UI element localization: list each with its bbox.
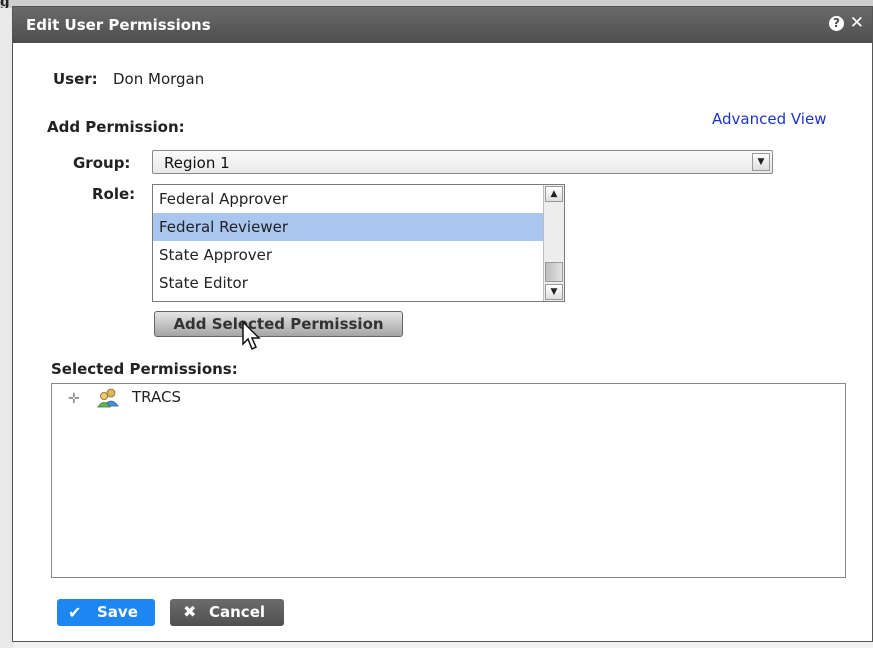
add-permission-heading: Add Permission: (47, 118, 185, 136)
role-listbox[interactable]: Federal Approver Federal Reviewer State … (152, 184, 565, 302)
role-option-selected[interactable]: Federal Reviewer (153, 213, 543, 241)
selected-permissions-heading: Selected Permissions: (51, 360, 238, 378)
cancel-button[interactable]: ✖ Cancel (170, 599, 284, 626)
role-label: Role: (92, 185, 136, 203)
checkmark-icon: ✔ (68, 603, 82, 622)
group-select-value: Region 1 (164, 154, 230, 172)
save-label: Save (97, 603, 138, 621)
selected-permissions-tree: ✛ TRACS (51, 383, 846, 578)
add-selected-permission-button[interactable]: Add Selected Permission (154, 311, 403, 337)
group-select[interactable]: Region 1 ▼ (152, 150, 773, 174)
dialog-title-bar[interactable]: Edit User Permissions ? ✕ (13, 7, 872, 43)
role-option[interactable]: State Approver (153, 241, 543, 269)
user-group-icon (97, 388, 119, 408)
close-icon[interactable]: ✕ (850, 13, 864, 33)
group-label: Group: (73, 154, 131, 172)
tree-node-tracs[interactable]: TRACS (132, 388, 181, 406)
chevron-down-icon[interactable]: ▼ (752, 153, 770, 171)
user-label: User: (53, 70, 98, 88)
help-icon[interactable]: ? (829, 16, 844, 31)
save-button[interactable]: ✔ Save (57, 599, 155, 626)
user-name: Don Morgan (113, 70, 205, 88)
role-option[interactable]: State Editor (153, 269, 543, 297)
scroll-thumb[interactable] (545, 262, 563, 282)
cancel-x-icon: ✖ (183, 602, 197, 621)
role-option[interactable]: Federal Approver (153, 185, 543, 213)
dialog-title: Edit User Permissions (26, 16, 211, 34)
edit-permissions-dialog: Edit User Permissions ? ✕ User: Don Morg… (12, 6, 873, 642)
advanced-view-link[interactable]: Advanced View (712, 110, 826, 128)
mouse-cursor-icon (242, 320, 261, 351)
scroll-up-arrow-icon[interactable]: ▲ (545, 186, 563, 202)
scroll-down-arrow-icon[interactable]: ▼ (545, 284, 563, 300)
cancel-label: Cancel (209, 603, 266, 621)
expand-plus-icon[interactable]: ✛ (68, 392, 82, 406)
role-listbox-scrollbar[interactable]: ▲ ▼ (543, 185, 564, 301)
